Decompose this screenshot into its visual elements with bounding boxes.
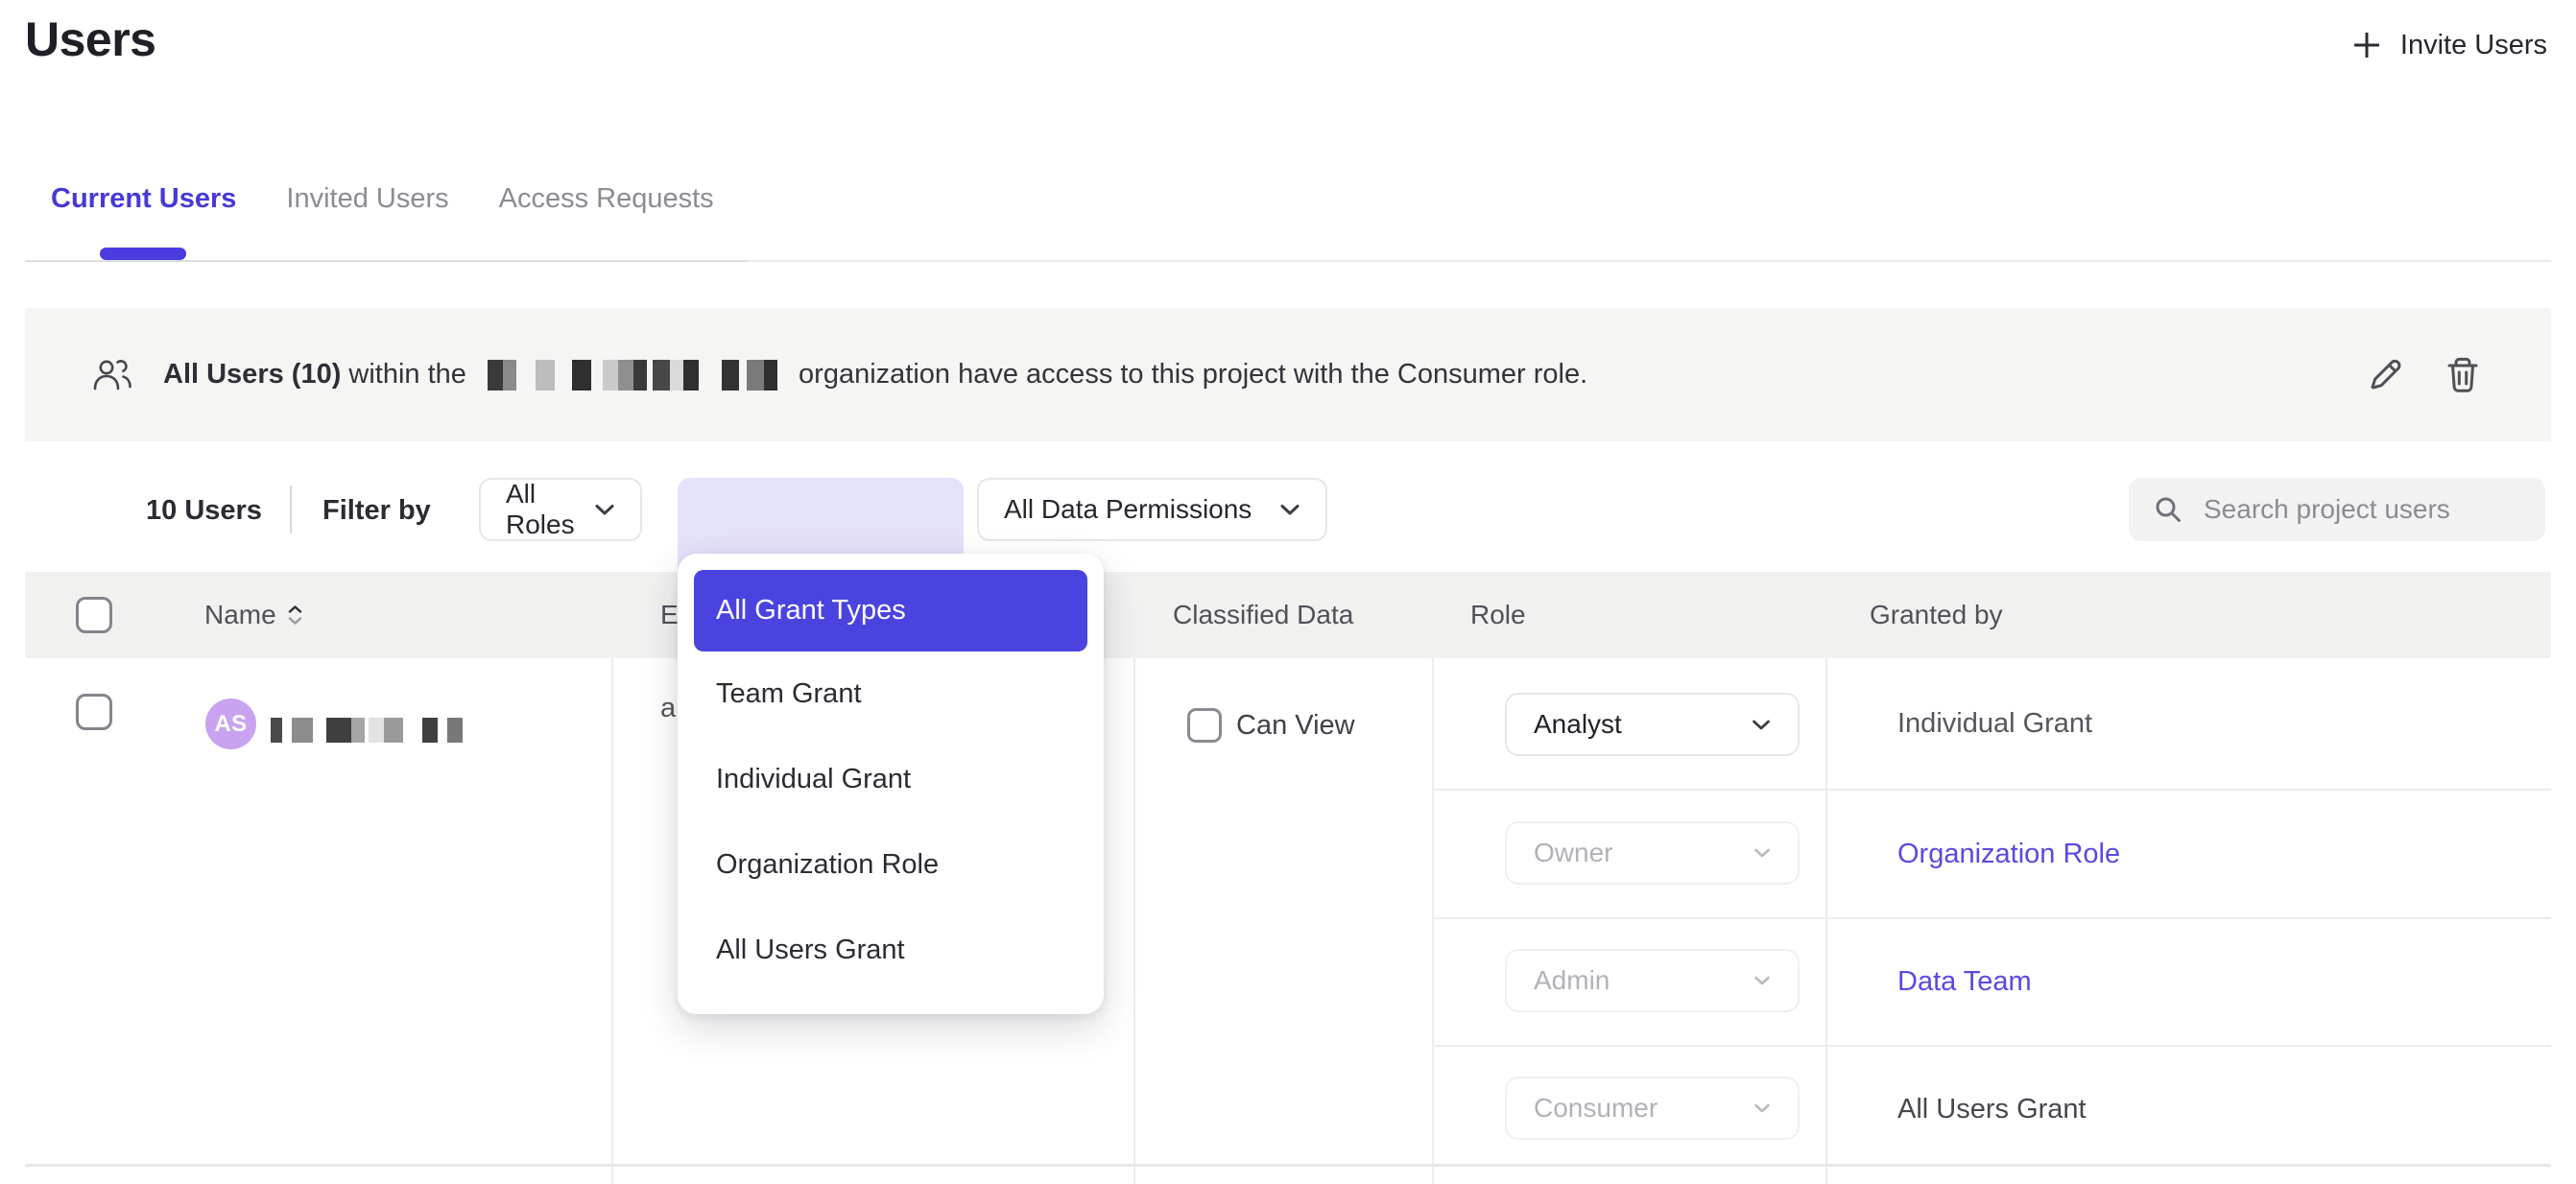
tab-bar: Current Users Invited Users Access Reque…: [51, 183, 714, 215]
column-divider: [611, 658, 613, 1184]
role-value: Admin: [1534, 965, 1610, 996]
grants-list: Analyst Individual Grant Owner Organizat…: [1432, 658, 2551, 1167]
users-group-icon: [92, 357, 132, 393]
edit-pencil-icon[interactable]: [2363, 354, 2405, 396]
role-select-disabled: Consumer: [1505, 1077, 1800, 1140]
invite-users-label: Invite Users: [2400, 30, 2547, 61]
delete-trash-icon[interactable]: [2442, 353, 2484, 397]
granted-by-link[interactable]: Data Team: [1897, 966, 2032, 998]
menu-item-all-users-grant[interactable]: All Users Grant: [694, 908, 1087, 993]
column-divider: [1133, 658, 1135, 1184]
filter-by-label: Filter by: [322, 495, 431, 527]
user-email: a: [660, 693, 676, 724]
table-body: AS a Can View Analyst Individual Grant O…: [25, 658, 2551, 1184]
granted-by-value: All Users Grant: [1897, 1094, 2087, 1125]
banner-middle: within the: [341, 359, 474, 391]
redacted-org-name: [488, 360, 777, 391]
menu-item-all-grant-types-selected[interactable]: All Grant Types: [694, 570, 1087, 651]
row-bottom-border: [25, 1164, 2551, 1167]
column-granted-by: Granted by: [1870, 572, 2003, 658]
column-role-label: Role: [1470, 600, 1526, 630]
chevron-down-icon: [1753, 847, 1771, 859]
search-input[interactable]: [2202, 493, 2522, 526]
granted-by-value: Individual Grant: [1897, 708, 2092, 740]
active-tab-underline: [100, 248, 186, 260]
chevron-down-icon: [1752, 719, 1771, 731]
grant-row: Owner Organization Role: [1432, 789, 2551, 917]
all-data-permissions-filter[interactable]: All Data Permissions: [977, 478, 1327, 541]
banner-after: organization have access to this project…: [791, 359, 1587, 391]
redacted-user-name: [271, 718, 463, 743]
search-box: [2129, 478, 2545, 541]
grant-row: Admin Data Team: [1432, 917, 2551, 1045]
all-data-permissions-label: All Data Permissions: [1004, 494, 1252, 525]
role-select-disabled: Admin: [1505, 949, 1800, 1012]
column-classified-label: Classified Data: [1173, 600, 1353, 630]
menu-item-team-grant[interactable]: Team Grant: [694, 651, 1087, 737]
grant-types-dropdown-menu: All Grant Types Team Grant Individual Gr…: [678, 554, 1104, 1014]
role-value: Owner: [1534, 838, 1612, 868]
can-view-label: Can View: [1236, 710, 1355, 742]
avatar: AS: [205, 699, 256, 749]
column-name[interactable]: Name: [204, 572, 302, 658]
chevron-down-icon: [1753, 975, 1771, 986]
row-checkbox[interactable]: [76, 694, 112, 730]
grant-row: Analyst Individual Grant: [1432, 658, 2551, 789]
can-view-checkbox[interactable]: [1187, 708, 1222, 743]
invite-users-button[interactable]: Invite Users: [2350, 29, 2547, 61]
column-role: Role: [1470, 572, 1526, 658]
tab-access-requests[interactable]: Access Requests: [499, 183, 714, 215]
role-select-disabled: Owner: [1505, 821, 1800, 885]
banner-text: All Users (10) within the organization h…: [163, 359, 1587, 391]
all-roles-label: All Roles: [506, 479, 594, 540]
role-value: Consumer: [1534, 1093, 1658, 1124]
tab-invited-users[interactable]: Invited Users: [286, 183, 448, 215]
select-all-cell: [76, 572, 112, 658]
chevron-down-icon: [1279, 503, 1300, 516]
page-title: Users: [25, 12, 156, 67]
table-header: Name Email Classified Data Role Granted …: [25, 572, 2551, 658]
granted-by-link[interactable]: Organization Role: [1897, 839, 2120, 870]
column-name-label: Name: [204, 600, 276, 630]
column-classified-data: Classified Data: [1173, 572, 1353, 658]
chevron-down-icon: [1753, 1102, 1771, 1114]
banner-bold: All Users (10): [163, 359, 341, 391]
menu-item-individual-grant[interactable]: Individual Grant: [694, 737, 1087, 822]
menu-item-organization-role[interactable]: Organization Role: [694, 822, 1087, 908]
chevron-down-icon: [594, 503, 615, 516]
sort-icon: [288, 605, 302, 625]
all-roles-filter[interactable]: All Roles: [479, 478, 642, 541]
search-icon: [2152, 493, 2184, 526]
grant-row: Consumer All Users Grant: [1432, 1045, 2551, 1167]
role-value: Analyst: [1534, 709, 1622, 740]
role-select[interactable]: Analyst: [1505, 693, 1800, 756]
user-count: 10 Users: [146, 495, 262, 527]
select-all-checkbox[interactable]: [76, 597, 112, 633]
tab-divider-line-dark: [25, 260, 749, 262]
column-granted-by-label: Granted by: [1870, 600, 2003, 630]
all-users-banner: All Users (10) within the organization h…: [25, 308, 2551, 441]
plus-icon: [2350, 29, 2383, 61]
filter-divider: [290, 485, 292, 533]
tab-current-users[interactable]: Current Users: [51, 183, 236, 215]
users-page: Users Invite Users Current Users Invited…: [0, 0, 2576, 1184]
